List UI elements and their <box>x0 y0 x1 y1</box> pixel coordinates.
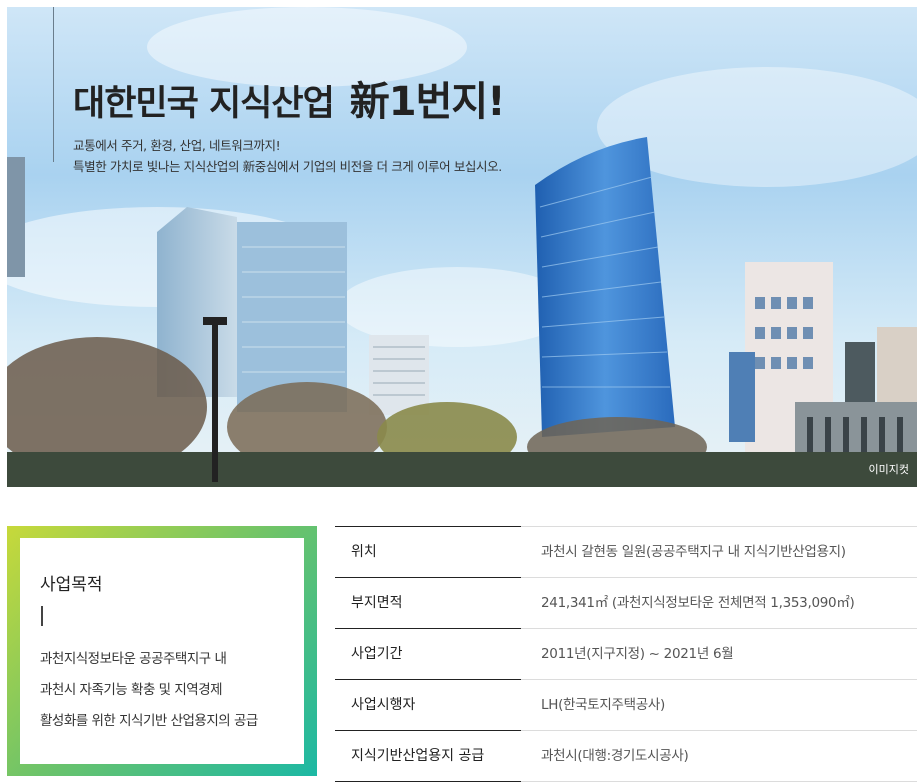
info-row-land-supply: 지식기반산업용지 공급 과천시(대행:경기도시공사) <box>335 730 917 782</box>
info-label: 부지면적 <box>351 595 403 611</box>
business-purpose-text: 과천지식정보타운 공공주택지구 내 과천시 자족기능 확충 및 지역경제 활성화… <box>40 644 258 737</box>
info-value: 과천시(대행:경기도시공사) <box>541 748 689 764</box>
hero-title-main: 대한민국 지식산업 <box>73 84 335 124</box>
info-value: 과천시 갈현동 일원(공공주택지구 내 지식기반산업용지) <box>541 544 846 560</box>
business-purpose-inner: 사업목적 과천지식정보타운 공공주택지구 내 과천시 자족기능 확충 및 지역경… <box>20 538 304 764</box>
info-label: 위치 <box>351 544 377 560</box>
business-purpose-box: 사업목적 과천지식정보타운 공공주택지구 내 과천시 자족기능 확충 및 지역경… <box>7 526 317 776</box>
hero-subtitle-line1: 교통에서 주거, 환경, 산업, 네트워크까지! <box>73 138 281 153</box>
hero-title-accent: 新1번지! <box>349 79 506 125</box>
info-value: 241,341㎡ (과천지식정보타운 전체면적 1,353,090㎡) <box>541 595 855 611</box>
info-label: 지식기반산업용지 공급 <box>351 748 485 764</box>
purpose-line: 과천지식정보타운 공공주택지구 내 <box>40 651 227 667</box>
hero-title: 대한민국 지식산업 新1번지! <box>73 69 506 127</box>
info-value: LH(한국토지주택공사) <box>541 697 665 713</box>
project-info-table: 위치 과천시 갈현동 일원(공공주택지구 내 지식기반산업용지) 부지면적 24… <box>335 526 917 782</box>
image-credit: 이미지컷 <box>868 463 909 476</box>
hero-subtitle: 교통에서 주거, 환경, 산업, 네트워크까지! 특별한 가치로 빛나는 지식산… <box>73 135 502 177</box>
info-row-period: 사업기간 2011년(지구지정) ~ 2021년 6월 <box>335 628 917 679</box>
info-row-site-area: 부지면적 241,341㎡ (과천지식정보타운 전체면적 1,353,090㎡) <box>335 577 917 628</box>
hero-subtitle-line2: 특별한 가치로 빛나는 지식산업의 新중심에서 기업의 비전을 더 크게 이루어… <box>73 159 502 174</box>
purpose-line: 과천시 자족기능 확충 및 지역경제 <box>40 682 223 698</box>
info-label: 사업시행자 <box>351 697 416 713</box>
purpose-line: 활성화를 위한 지식기반 산업용지의 공급 <box>40 713 258 729</box>
info-label: 사업기간 <box>351 646 403 662</box>
title-divider <box>41 606 43 626</box>
info-row-operator: 사업시행자 LH(한국토지주택공사) <box>335 679 917 730</box>
info-value: 2011년(지구지정) ~ 2021년 6월 <box>541 646 734 662</box>
hero-banner: 대한민국 지식산업 新1번지! 교통에서 주거, 환경, 산업, 네트워크까지! … <box>7 7 917 487</box>
decorative-vertical-line <box>53 7 54 162</box>
business-purpose-title: 사업목적 <box>40 575 103 595</box>
info-row-location: 위치 과천시 갈현동 일원(공공주택지구 내 지식기반산업용지) <box>335 526 917 577</box>
